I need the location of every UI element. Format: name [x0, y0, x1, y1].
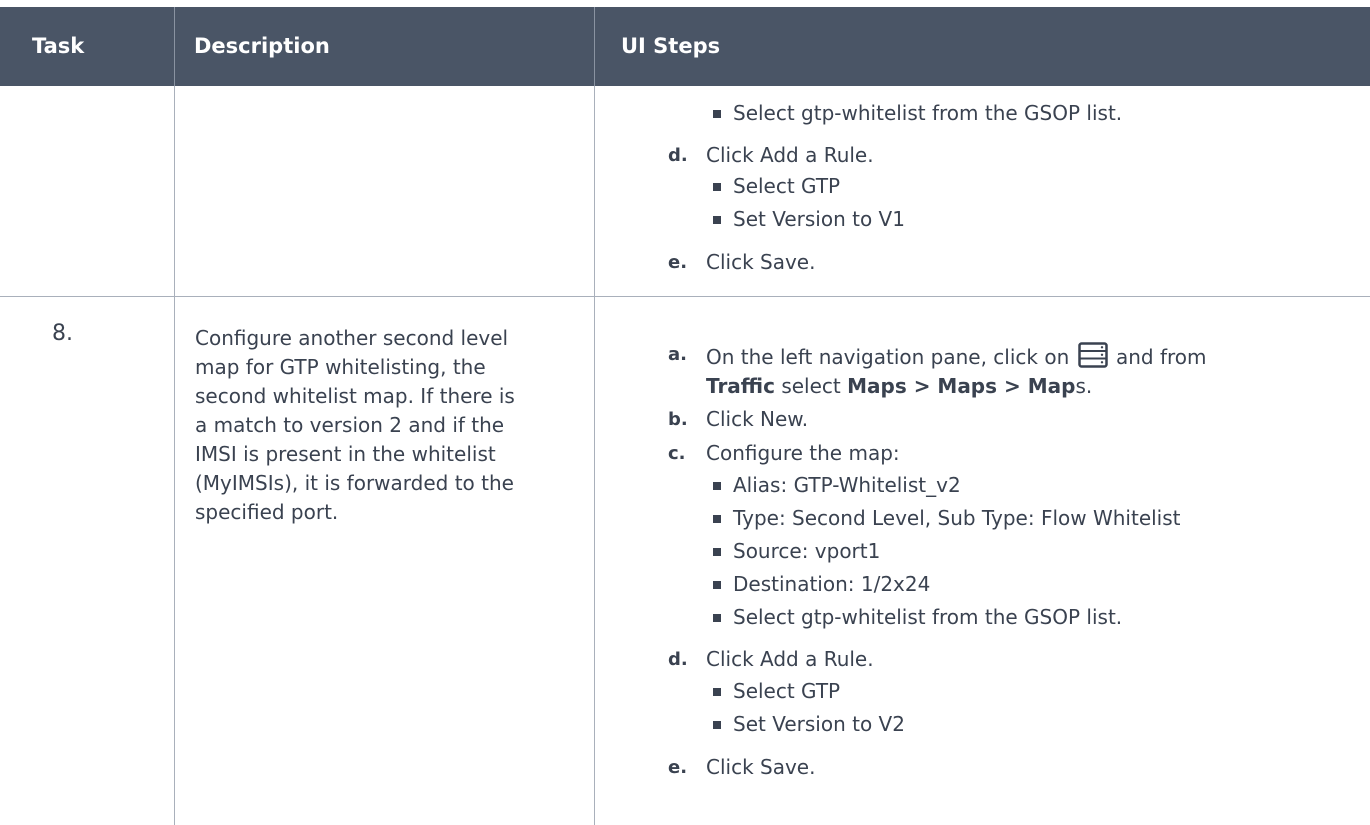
- list-item: Set Version to V2: [733, 712, 905, 736]
- bullet: [713, 721, 721, 729]
- description-line: map for GTP whitelisting, the: [195, 355, 486, 379]
- bullet: [713, 581, 721, 589]
- menu-name: Traffic: [706, 374, 775, 398]
- step-text-part: select: [774, 374, 848, 398]
- bullet: [713, 688, 721, 696]
- header-ui-steps: UI Steps: [621, 34, 721, 58]
- header-description: Description: [194, 34, 330, 58]
- step-text-part: s.: [1075, 374, 1093, 398]
- bullet: [713, 482, 721, 490]
- task-description: Configure another second level map for G…: [195, 324, 515, 527]
- bullet: [713, 216, 721, 224]
- list-item: Set Version to V1: [733, 207, 905, 231]
- header-task: Task: [32, 34, 85, 58]
- list-item: Destination: 1/2x24: [733, 572, 931, 596]
- column-divider: [174, 86, 175, 825]
- column-divider: [594, 86, 595, 825]
- step-text: Click New.: [706, 407, 809, 431]
- table-header: Task Description UI Steps: [0, 7, 1370, 86]
- description-line: a match to version 2 and if the: [195, 413, 505, 437]
- step-letter: e.: [668, 252, 688, 273]
- step-letter: c.: [668, 443, 686, 464]
- menu-path: Maps > Maps > Map: [847, 374, 1076, 398]
- list-item: Select GTP: [733, 679, 841, 703]
- step-text: Click Save.: [706, 250, 816, 274]
- bullet: [713, 548, 721, 556]
- description-line: IMSI is present in the whitelist: [195, 442, 496, 466]
- step-text: Configure the map:: [706, 441, 900, 465]
- header-divider: [174, 7, 175, 86]
- step-letter: a.: [668, 344, 687, 365]
- list-item: Select gtp-whitelist from the GSOP list.: [733, 101, 1123, 125]
- step-letter: b.: [668, 409, 688, 430]
- step-letter: e.: [668, 757, 688, 778]
- bullet: [713, 110, 721, 118]
- list-item: Select GTP: [733, 174, 841, 198]
- description-line: second whitelist map. If there is: [195, 384, 515, 408]
- step-letter: d.: [668, 145, 688, 166]
- step-text: Click Save.: [706, 755, 816, 779]
- step-text-part: On the left navigation pane, click on: [706, 345, 1070, 369]
- list-item: Select gtp-whitelist from the GSOP list.: [733, 605, 1123, 629]
- task-number: 8.: [52, 321, 73, 346]
- description-line: specified port.: [195, 500, 339, 524]
- description-line: (MyIMSIs), it is forwarded to the: [195, 471, 514, 495]
- list-item: Type: Second Level, Sub Type: Flow White…: [733, 506, 1181, 530]
- bullet: [713, 614, 721, 622]
- list-item: Alias: GTP-Whitelist_v2: [733, 473, 961, 497]
- step-letter: d.: [668, 649, 688, 670]
- bullet: [713, 183, 721, 191]
- step-text: Click Add a Rule.: [706, 647, 874, 671]
- step-text: Click Add a Rule.: [706, 143, 874, 167]
- bullet: [713, 515, 721, 523]
- server-stack-icon: [1077, 342, 1108, 373]
- step-text-part: and from: [1115, 345, 1207, 369]
- row-divider: [0, 296, 1370, 297]
- list-item: Source: vport1: [733, 539, 881, 563]
- header-divider: [594, 7, 595, 86]
- step-text: Traffic select Maps > Maps > Maps.: [706, 374, 1092, 398]
- step-text: On the left navigation pane, click on an…: [706, 342, 1207, 373]
- description-line: Configure another second level: [195, 326, 509, 350]
